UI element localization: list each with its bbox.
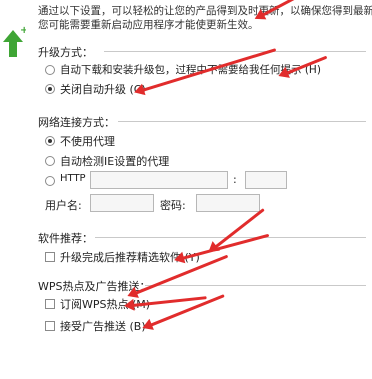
checkbox-recommend-software[interactable] [45, 252, 55, 262]
intro-text: 通过以下设置，可以轻松的让您的产品得到及时更新，以确保您得到最新的服 您可能需要… [38, 4, 372, 32]
software-recommend-title: 软件推荐： [38, 232, 93, 245]
radio-no-proxy-label[interactable]: 不使用代理 [60, 133, 115, 149]
upgrade-arrow-icon: + [0, 24, 28, 58]
upgrade-method-title: 升级方式： [38, 46, 93, 59]
radio-auto-detect-proxy-label[interactable]: 自动检测IE设置的代理 [60, 153, 169, 169]
radio-http-proxy[interactable] [45, 176, 55, 186]
checkbox-subscribe-wps[interactable] [45, 299, 55, 309]
network-title: 网络连接方式： [38, 116, 115, 129]
intro-line-1: 通过以下设置，可以轻松的让您的产品得到及时更新，以确保您得到最新的服 [38, 5, 372, 17]
proxy-port-input[interactable] [245, 171, 287, 189]
radio-auto-detect-proxy[interactable] [45, 156, 55, 166]
upgrade-method-divider [104, 51, 366, 52]
username-input[interactable] [90, 194, 154, 212]
checkbox-accept-ads[interactable] [45, 321, 55, 331]
radio-auto-download[interactable] [45, 65, 55, 75]
password-input[interactable] [196, 194, 260, 212]
password-label: 密码: [160, 199, 186, 212]
svg-text:+: + [20, 25, 26, 36]
username-label: 用户名: [45, 199, 82, 212]
radio-http-proxy-label[interactable]: HTTP [60, 173, 86, 184]
network-divider [118, 121, 366, 122]
intro-line-2: 您可能需要重新启动应用程序才能使更新生效。 [38, 19, 259, 31]
wps-hotspot-divider [145, 285, 366, 286]
checkbox-accept-ads-label[interactable]: 接受广告推送 (B) [60, 318, 146, 334]
radio-no-proxy[interactable] [45, 136, 55, 146]
radio-disable-auto-upgrade[interactable] [45, 84, 55, 94]
proxy-host-input[interactable] [90, 171, 228, 189]
port-separator: : [233, 173, 237, 186]
